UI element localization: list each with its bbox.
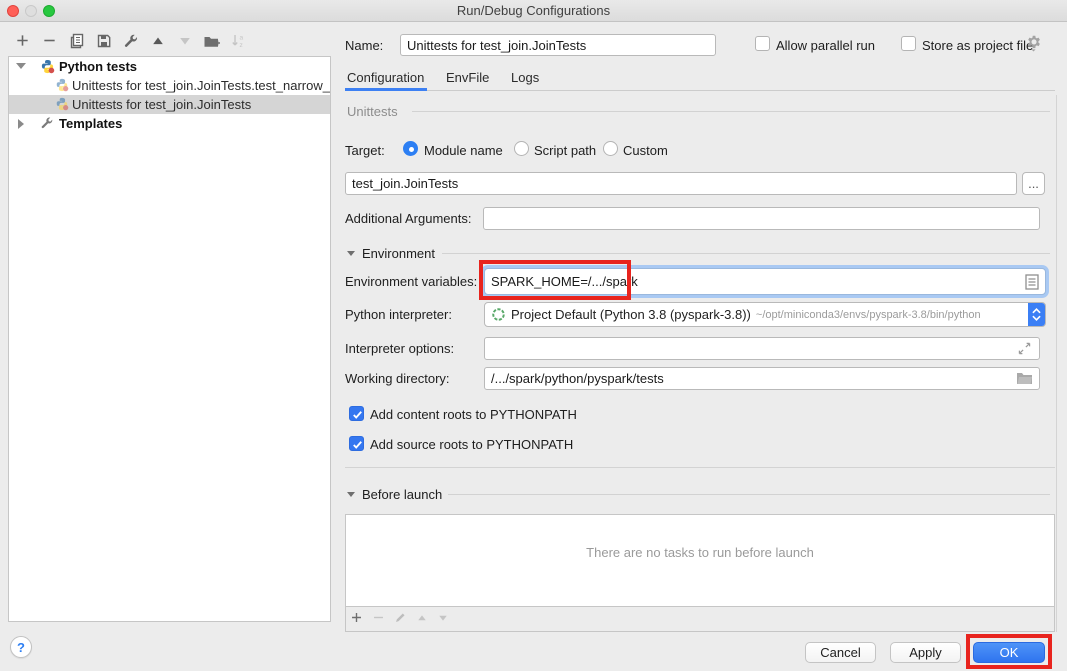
move-up-icon[interactable] bbox=[149, 32, 166, 49]
run-debug-configurations-dialog: Run/Debug Configurations az bbox=[0, 0, 1067, 671]
expand-field-icon[interactable] bbox=[1018, 342, 1031, 358]
tab-envfile[interactable]: EnvFile bbox=[446, 70, 489, 85]
chevron-down-icon[interactable] bbox=[16, 63, 26, 69]
before-launch-task-list[interactable]: There are no tasks to run before launch bbox=[345, 514, 1055, 607]
interpreter-options-input[interactable] bbox=[484, 337, 1040, 360]
remove-configuration-icon[interactable] bbox=[41, 32, 58, 49]
edit-templates-icon[interactable] bbox=[122, 32, 139, 49]
environment-header: Environment bbox=[362, 246, 435, 261]
help-button[interactable]: ? bbox=[10, 636, 32, 658]
folder-icon[interactable] bbox=[1016, 371, 1033, 388]
copy-configuration-icon[interactable] bbox=[68, 32, 85, 49]
svg-text:a: a bbox=[239, 34, 243, 41]
title-bar: Run/Debug Configurations bbox=[0, 0, 1067, 22]
working-directory-label: Working directory: bbox=[345, 371, 450, 386]
group-divider bbox=[448, 494, 1050, 495]
python-test-icon bbox=[55, 97, 70, 112]
move-task-up-icon bbox=[416, 612, 428, 627]
target-module-name-radio[interactable] bbox=[403, 141, 418, 156]
browse-variables-icon[interactable] bbox=[1025, 274, 1039, 293]
tree-item-label: Unittests for test_join.JoinTests bbox=[72, 95, 251, 114]
new-folder-icon[interactable] bbox=[203, 32, 220, 49]
allow-parallel-run-checkbox[interactable] bbox=[755, 36, 770, 51]
before-launch-header: Before launch bbox=[362, 487, 442, 502]
gear-icon[interactable] bbox=[1025, 35, 1042, 55]
store-as-project-file-checkbox[interactable] bbox=[901, 36, 916, 51]
tree-item-label: Unittests for test_join.JoinTests.test_n… bbox=[72, 76, 330, 95]
remove-task-icon bbox=[372, 611, 385, 627]
add-source-roots-label: Add source roots to PYTHONPATH bbox=[370, 437, 573, 452]
add-content-roots-label: Add content roots to PYTHONPATH bbox=[370, 407, 577, 422]
add-source-roots-checkbox[interactable] bbox=[349, 436, 364, 451]
annotation-env-vars-highlight bbox=[479, 260, 631, 300]
tree-item-templates[interactable]: Templates bbox=[9, 114, 330, 133]
target-script-path-radio[interactable] bbox=[514, 141, 529, 156]
tree-item-label: Templates bbox=[59, 114, 122, 133]
store-as-project-file-label: Store as project file bbox=[922, 38, 1033, 53]
additional-arguments-input[interactable] bbox=[483, 207, 1040, 230]
interpreter-stepper-icon[interactable] bbox=[1028, 303, 1045, 326]
additional-arguments-label: Additional Arguments: bbox=[345, 211, 471, 226]
scrollbar-track[interactable] bbox=[1056, 95, 1057, 632]
svg-text:z: z bbox=[239, 42, 242, 49]
target-module-name-label: Module name bbox=[424, 143, 503, 158]
tree-item-python-tests[interactable]: Python tests bbox=[9, 57, 330, 76]
move-down-icon bbox=[176, 32, 193, 49]
python-interpreter-select[interactable]: Project Default (Python 3.8 (pyspark-3.8… bbox=[484, 302, 1046, 327]
browse-target-button[interactable]: ... bbox=[1022, 172, 1045, 195]
before-launch-collapse-icon[interactable] bbox=[347, 492, 355, 497]
section-divider bbox=[345, 467, 1055, 468]
interpreter-path: ~/opt/miniconda3/envs/pyspark-3.8/bin/py… bbox=[756, 309, 981, 321]
unittests-group-title: Unittests bbox=[347, 104, 398, 119]
add-task-icon[interactable] bbox=[350, 611, 363, 627]
name-input[interactable] bbox=[400, 34, 716, 56]
target-custom-radio[interactable] bbox=[603, 141, 618, 156]
sort-alphabetically-icon: az bbox=[230, 32, 247, 49]
configurations-tree: Python tests Unittests for test_join.Joi… bbox=[8, 56, 331, 622]
templates-wrench-icon bbox=[40, 116, 55, 131]
group-divider bbox=[442, 253, 1050, 254]
tab-logs[interactable]: Logs bbox=[511, 70, 539, 85]
target-module-input[interactable] bbox=[345, 172, 1017, 195]
python-tests-icon bbox=[40, 59, 55, 74]
conda-env-icon bbox=[491, 307, 506, 322]
before-launch-empty-text: There are no tasks to run before launch bbox=[346, 545, 1054, 560]
tabs-divider bbox=[345, 90, 1055, 91]
tab-configuration[interactable]: Configuration bbox=[347, 70, 424, 85]
group-divider bbox=[412, 111, 1050, 112]
save-configuration-icon[interactable] bbox=[95, 32, 112, 49]
chevron-right-icon[interactable] bbox=[18, 119, 24, 129]
working-directory-input[interactable] bbox=[484, 367, 1040, 390]
target-script-path-label: Script path bbox=[534, 143, 596, 158]
cancel-button[interactable]: Cancel bbox=[805, 642, 876, 663]
active-tab-indicator bbox=[345, 88, 427, 91]
target-custom-label: Custom bbox=[623, 143, 668, 158]
configurations-toolbar: az bbox=[14, 32, 247, 49]
name-label: Name: bbox=[345, 38, 383, 53]
apply-button[interactable]: Apply bbox=[890, 642, 961, 663]
tree-item-label: Python tests bbox=[59, 57, 137, 76]
before-launch-toolbar bbox=[345, 607, 1055, 632]
edit-task-icon bbox=[394, 611, 407, 627]
annotation-ok-button-highlight bbox=[966, 634, 1052, 669]
target-label: Target: bbox=[345, 143, 385, 158]
add-configuration-icon[interactable] bbox=[14, 32, 31, 49]
interpreter-value: Project Default (Python 3.8 (pyspark-3.8… bbox=[511, 307, 751, 322]
window-title: Run/Debug Configurations bbox=[0, 3, 1067, 18]
add-content-roots-checkbox[interactable] bbox=[349, 406, 364, 421]
interpreter-options-label: Interpreter options: bbox=[345, 341, 454, 356]
tree-item-jointests-selected[interactable]: Unittests for test_join.JoinTests bbox=[9, 95, 330, 114]
python-test-icon bbox=[55, 78, 70, 93]
python-interpreter-label: Python interpreter: bbox=[345, 307, 452, 322]
tree-item-test-narrow[interactable]: Unittests for test_join.JoinTests.test_n… bbox=[9, 76, 330, 95]
environment-collapse-icon[interactable] bbox=[347, 251, 355, 256]
move-task-down-icon bbox=[437, 612, 449, 627]
environment-variables-label: Environment variables: bbox=[345, 274, 477, 289]
allow-parallel-run-label: Allow parallel run bbox=[776, 38, 875, 53]
